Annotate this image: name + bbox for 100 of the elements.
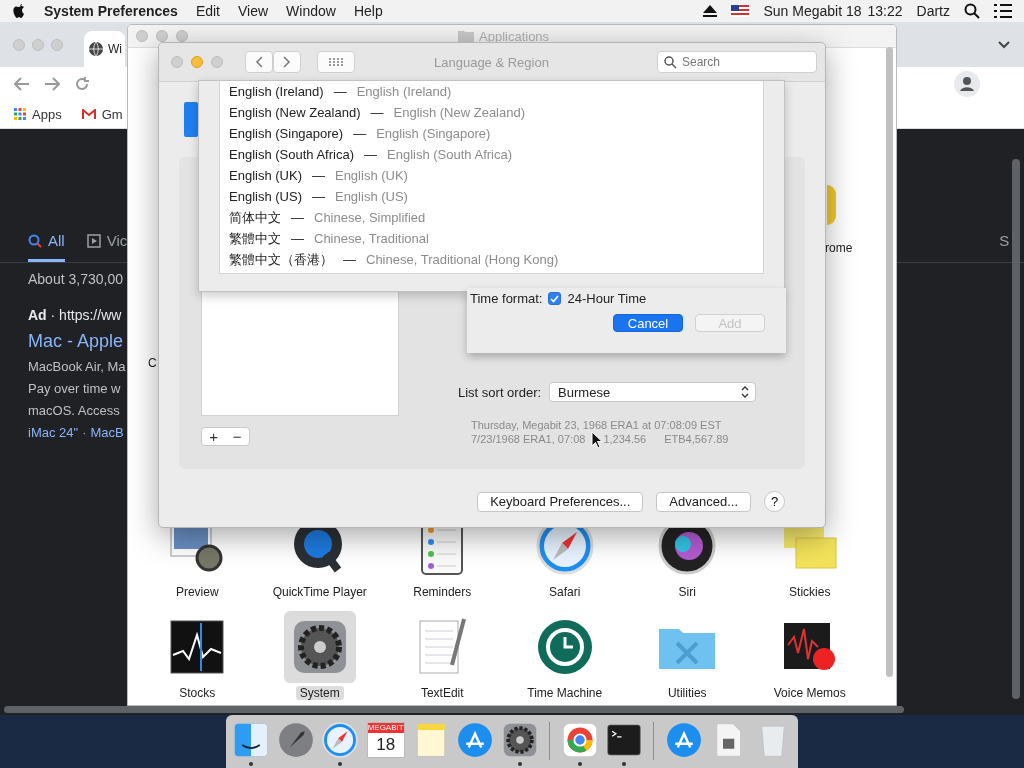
apple-icon[interactable] bbox=[12, 3, 26, 19]
filter-tab[interactable]: All bbox=[28, 224, 65, 262]
app-label[interactable]: Voice Memos bbox=[769, 686, 850, 700]
browser-tab[interactable]: Wi bbox=[84, 31, 125, 67]
checkbox[interactable] bbox=[548, 292, 562, 305]
show-all-button[interactable] bbox=[317, 51, 355, 73]
forward-button[interactable] bbox=[273, 51, 301, 73]
dash: — bbox=[333, 84, 347, 99]
app-label[interactable]: Siri bbox=[674, 585, 700, 599]
bookmark[interactable]: Gm bbox=[81, 106, 123, 122]
sort-order-select[interactable]: Burmese bbox=[549, 382, 757, 402]
language-name[interactable]: 繁體中文 bbox=[229, 229, 281, 248]
back-icon[interactable] bbox=[14, 76, 30, 91]
forward-icon[interactable] bbox=[44, 76, 60, 91]
scrollbar[interactable] bbox=[4, 706, 904, 713]
cursor-icon bbox=[591, 431, 603, 449]
app-label[interactable]: rome bbox=[825, 241, 853, 255]
language-name[interactable]: English (South Africa) bbox=[229, 147, 354, 162]
app-label[interactable]: Time Machine bbox=[523, 686, 607, 700]
push-button[interactable]: Cancel bbox=[613, 314, 683, 332]
sitelink[interactable]: iMac 24" bbox=[28, 422, 79, 444]
checkbox-label[interactable]: 24-Hour Time bbox=[567, 291, 647, 306]
language-native: English (Ireland) bbox=[356, 84, 452, 99]
menu-list-icon[interactable] bbox=[994, 4, 1012, 18]
app-label[interactable]: Stocks bbox=[175, 686, 220, 700]
reload-icon[interactable] bbox=[74, 75, 90, 92]
language-name[interactable]: English (Ireland) bbox=[229, 84, 324, 99]
window-title: Language & Region bbox=[434, 54, 549, 70]
app-label[interactable]: Reminders bbox=[409, 585, 476, 599]
language-native: English (US) bbox=[334, 189, 408, 204]
sitelink[interactable]: MacB bbox=[90, 422, 124, 444]
app-label[interactable]: Utilities bbox=[663, 686, 711, 700]
window-title: Applications bbox=[479, 28, 550, 44]
field-label: Time format: bbox=[470, 291, 543, 306]
app-label[interactable]: Preview bbox=[171, 585, 223, 599]
language-name[interactable]: 繁體中文（香港） bbox=[229, 250, 333, 269]
menu-item[interactable]: Window bbox=[286, 3, 336, 19]
back-button[interactable] bbox=[245, 51, 273, 73]
app-icon[interactable] bbox=[827, 185, 836, 225]
search-icon[interactable] bbox=[964, 3, 980, 19]
language-name[interactable]: 简体中文 bbox=[229, 208, 281, 227]
calendar-icon[interactable]: MEGABIT 18 bbox=[366, 722, 405, 758]
zoom-button[interactable] bbox=[176, 30, 188, 42]
language-name[interactable]: English (Singapore) bbox=[229, 126, 344, 141]
close-button[interactable] bbox=[136, 30, 148, 42]
help-button[interactable]: ? bbox=[764, 491, 785, 512]
close-button[interactable] bbox=[171, 56, 183, 68]
push-button[interactable]: Advanced... bbox=[656, 491, 751, 512]
ad-text-line: macOS. Access bbox=[28, 402, 120, 420]
results-count: About 3,730,00 bbox=[28, 271, 123, 287]
compass-icon[interactable] bbox=[320, 720, 361, 760]
push-button[interactable]: Keyboard Preferences... bbox=[477, 491, 644, 512]
language-name[interactable]: English (US) bbox=[229, 189, 302, 204]
list-button[interactable]: − bbox=[225, 428, 249, 445]
ad-text-line: Pay over time w bbox=[28, 380, 121, 398]
search-icon bbox=[664, 56, 677, 69]
menu-item[interactable]: Edit bbox=[195, 3, 220, 19]
app-label[interactable]: QuickTime Player bbox=[268, 585, 371, 599]
sample-format: ETB4,567.89 bbox=[664, 432, 729, 446]
calendar-month: MEGABIT bbox=[367, 723, 404, 733]
minimize-button[interactable] bbox=[156, 30, 168, 42]
eject-icon[interactable] bbox=[703, 5, 718, 17]
bookmark[interactable]: Apps bbox=[14, 106, 62, 122]
scrollbar[interactable] bbox=[1012, 159, 1020, 699]
search-icon bbox=[28, 233, 42, 248]
app-label[interactable]: Safari bbox=[545, 585, 585, 599]
language-name[interactable]: English (New Zealand) bbox=[229, 105, 361, 120]
menu-app-name[interactable]: System Preferences bbox=[44, 3, 178, 19]
search-field[interactable]: Search bbox=[657, 51, 817, 73]
zoom-button[interactable] bbox=[211, 56, 223, 68]
language-native: English (New Zealand) bbox=[393, 105, 526, 120]
ad-title-link[interactable]: Mac - Apple bbox=[28, 331, 124, 352]
minimize-button[interactable] bbox=[191, 56, 203, 68]
language-native: English (UK) bbox=[334, 168, 408, 183]
chevron-icon[interactable] bbox=[998, 40, 1010, 49]
profile-icon[interactable] bbox=[954, 70, 980, 97]
app-label[interactable]: TextEdit bbox=[416, 686, 468, 700]
dash: — bbox=[311, 189, 325, 204]
dash: — bbox=[364, 147, 377, 162]
scrollbar[interactable] bbox=[886, 47, 893, 677]
language-native: English (Singapore) bbox=[376, 126, 491, 141]
dash: — bbox=[353, 126, 367, 141]
filter-tab[interactable]: S bbox=[999, 224, 1010, 262]
language-native: English (South Africa) bbox=[387, 147, 513, 162]
calendar-day: 18 bbox=[376, 733, 396, 756]
language-name[interactable]: English (UK) bbox=[229, 168, 302, 183]
video-icon bbox=[86, 233, 101, 248]
app-label[interactable]: C bbox=[148, 356, 157, 370]
menu-date[interactable]: Sun Megabit 18 bbox=[763, 3, 862, 19]
language-native: Chinese, Traditional (Hong Kong) bbox=[366, 252, 559, 267]
list-button[interactable]: + bbox=[202, 428, 226, 445]
app-label[interactable]: Stickies bbox=[785, 585, 835, 599]
menu-time[interactable]: 13:22 bbox=[867, 3, 903, 19]
app-label[interactable]: System bbox=[295, 686, 344, 700]
language-native: Chinese, Simplified bbox=[314, 210, 426, 225]
menu-user[interactable]: Dartz bbox=[916, 3, 950, 19]
sample-date: Thursday, Megabit 23, 1968 ERA1 at 07:08:09 EST bbox=[471, 418, 723, 432]
menu-item[interactable]: Help bbox=[353, 3, 383, 19]
menu-item[interactable]: View bbox=[238, 3, 269, 19]
filter-tab[interactable]: Vic bbox=[86, 224, 128, 262]
